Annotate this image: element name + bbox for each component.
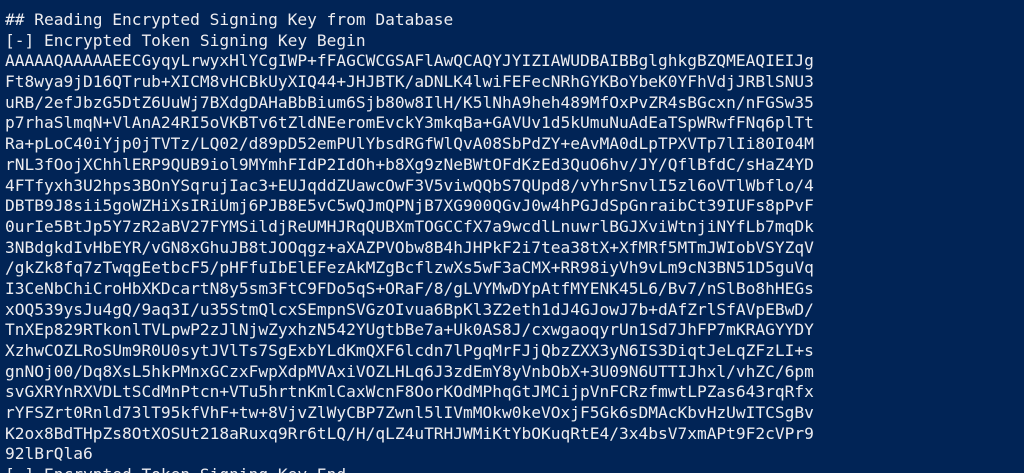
key-data-line: K2ox8BdTHpZs8OtXOSUt218aRuxq9Rr6tLQ/H/qL… [5, 423, 814, 443]
key-data-line: gnNOj00/Dq8XsL5hkPMnxGCzxFwpXdpMVAxiVOZL… [5, 361, 814, 381]
key-data-line: /gkZk8fq7zTwqgEetbcF5/pHFfuIbElEFezAkMZg… [5, 258, 814, 278]
console-header-line: ## Reading Encrypted Signing Key from Da… [5, 10, 454, 29]
key-end-line: [-] Encrypted Token Signing Key End [5, 465, 1024, 473]
key-data-line: TnXEp829RTkonlTVLpwP2zJlNjwZyxhzN542YUgt… [5, 320, 814, 340]
key-data-line: p7rhaSlmqN+VlAnA24RI5oVKBTv6tZldNEeromEv… [5, 113, 814, 133]
key-data-line: Ra+pLoC40iYjp0jTVTz/LQ02/d89pD52emPUlYbs… [5, 134, 814, 154]
key-data-line: 0urIe5BtJp5Y7zR2aBV27FYMSildjReUMHJRqQUB… [5, 216, 814, 236]
key-data-line: rNL3fOojXChhlERP9QUB9iol9MYmhFIdP2IdOh+b… [5, 154, 814, 174]
key-data-line: uRB/2efJbzG5DtZ6UuWj7BXdgDAHaBbBium6Sjb8… [5, 92, 814, 112]
key-data-line: I3CeNbChiCroHbXKDcartN8y5sm3FtC9FDo5qS+O… [5, 278, 814, 298]
key-data-line: 4FTfyxh3U2hps3BOnYSqrujIac3+EUJqddZUawcO… [5, 175, 814, 195]
key-begin-line: [-] Encrypted Token Signing Key Begin [5, 30, 366, 50]
key-data-line: xOQ539ysJu4gQ/9aq3I/u35StmQlcxSEmpnSVGzO… [5, 299, 814, 319]
key-data-line: AAAAAQAAAAAEECGyqyLrwyxHlYCgIWP+fFAGCWCG… [5, 51, 814, 71]
key-data-line: 92lBrQla6 [5, 444, 93, 464]
key-data-line: DBTB9J8sii5goWZHiXsIRiUmj6PJB8E5vC5wQJmQ… [5, 196, 814, 216]
key-data-line: 3NBdgkdIvHbEYR/vGN8xGhuJB8tJOOqgz+aXAZPV… [5, 237, 814, 257]
powershell-console[interactable]: ## Reading Encrypted Signing Key from Da… [0, 0, 1024, 473]
key-data-line: XzhwCOZLRoSUm9R0U0sytJVlTs7SgExbYLdKmQXF… [5, 341, 814, 360]
key-data-line: svGXRYnRXVDLtSCdMnPtcn+VTu5hrtnKmlCaxWcn… [5, 382, 814, 402]
key-data-line: Ft8wya9jD16QTrub+XICM8vHCBkUyXIQ44+JHJBT… [5, 72, 814, 92]
key-data-line: rYFSZrt0Rnld73lT95kfVhF+tw+8VjvZlWyCBP7Z… [5, 403, 814, 423]
